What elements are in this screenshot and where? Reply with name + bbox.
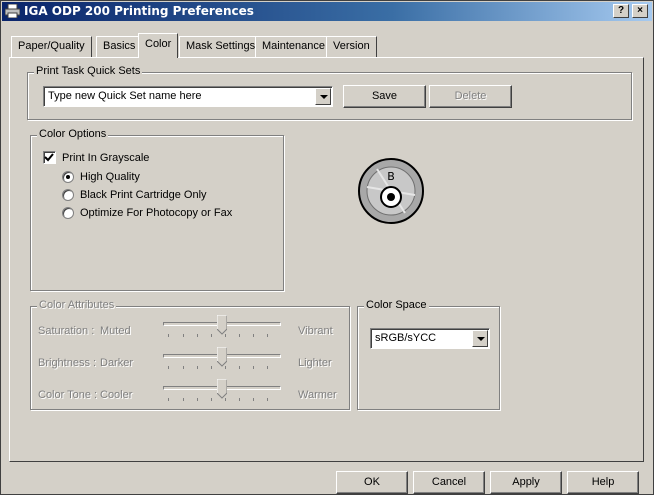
brightness-slider-thumb[interactable] — [217, 347, 227, 367]
tab-paper-quality[interactable]: Paper/Quality — [11, 36, 92, 57]
cancel-button[interactable]: Cancel — [413, 471, 485, 494]
radio-high-quality[interactable] — [62, 171, 74, 183]
saturation-high-label: Vibrant — [298, 325, 333, 337]
checkmark-icon — [44, 153, 54, 162]
brightness-high-label: Lighter — [298, 357, 332, 369]
grayscale-preview-disc-icon: B — [358, 158, 424, 224]
help-button-label: Help — [591, 476, 615, 488]
radio-optimize-photocopy[interactable] — [62, 207, 74, 219]
color-options-group-label: Color Options — [37, 128, 109, 140]
apply-button-label: Apply — [512, 476, 540, 488]
cancel-button-label: Cancel — [431, 476, 467, 488]
ok-button[interactable]: OK — [336, 471, 408, 494]
color-space-combo[interactable]: sRGB/sYCC — [370, 328, 490, 349]
brightness-ticks — [163, 366, 281, 370]
tab-color[interactable]: Color — [138, 33, 179, 58]
color-attributes-group-label: Color Attributes — [37, 299, 117, 311]
radio-optimize-photocopy-label[interactable]: Optimize For Photocopy or Fax — [80, 207, 232, 219]
ok-button-label: OK — [364, 476, 380, 488]
color-tab-panel: Print Task Quick Sets Type new Quick Set… — [9, 57, 644, 462]
chevron-down-icon[interactable] — [472, 330, 488, 347]
printing-preferences-dialog: IGA ODP 200 Printing Preferences ? × Pap… — [0, 0, 654, 495]
tab-maintenance[interactable]: Maintenance — [255, 36, 332, 57]
color-tone-slider-thumb[interactable] — [217, 379, 227, 399]
window-title: IGA ODP 200 Printing Preferences — [24, 4, 254, 18]
saturation-label: Saturation : — [38, 325, 95, 337]
delete-button-label: Delete — [454, 90, 487, 102]
color-space-group: Color Space — [357, 299, 500, 410]
color-space-group-label: Color Space — [364, 299, 429, 311]
apply-button[interactable]: Apply — [490, 471, 562, 494]
brightness-low-label: Darker — [100, 357, 134, 369]
quick-set-name-combo[interactable]: Type new Quick Set name here — [43, 86, 333, 107]
saturation-slider-thumb[interactable] — [217, 315, 227, 335]
printer-icon — [5, 4, 20, 18]
title-bar[interactable]: IGA ODP 200 Printing Preferences ? × — [2, 2, 652, 21]
save-button[interactable]: Save — [343, 85, 426, 108]
help-title-button[interactable]: ? — [613, 4, 629, 18]
saturation-low-label: Muted — [100, 325, 131, 337]
saturation-ticks — [163, 334, 281, 338]
chevron-down-icon[interactable] — [315, 88, 331, 105]
quick-sets-group-label: Print Task Quick Sets — [34, 65, 143, 77]
preview-letter: B — [387, 170, 395, 183]
grayscale-label[interactable]: Print In Grayscale — [62, 152, 149, 164]
tab-basics[interactable]: Basics — [96, 36, 143, 57]
tab-version[interactable]: Version — [326, 36, 377, 57]
radio-high-quality-label[interactable]: High Quality — [80, 171, 140, 183]
close-title-button[interactable]: × — [632, 4, 648, 18]
quick-set-name-value: Type new Quick Set name here — [48, 90, 202, 102]
radio-selected-dot — [66, 175, 70, 179]
color-tone-ticks — [163, 398, 281, 402]
radio-black-cartridge[interactable] — [62, 189, 74, 201]
color-tone-low-label: Cooler — [100, 389, 133, 401]
color-space-value: sRGB/sYCC — [375, 332, 437, 344]
grayscale-checkbox[interactable] — [43, 151, 56, 164]
color-tone-label: Color Tone : — [38, 389, 98, 401]
delete-button[interactable]: Delete — [429, 85, 512, 108]
save-button-label: Save — [371, 90, 398, 102]
tab-mask-settings[interactable]: Mask Settings — [179, 36, 263, 57]
color-tone-high-label: Warmer — [298, 389, 337, 401]
radio-black-cartridge-label[interactable]: Black Print Cartridge Only — [80, 189, 207, 201]
brightness-label: Brightness : — [38, 357, 97, 369]
help-button[interactable]: Help — [567, 471, 639, 494]
